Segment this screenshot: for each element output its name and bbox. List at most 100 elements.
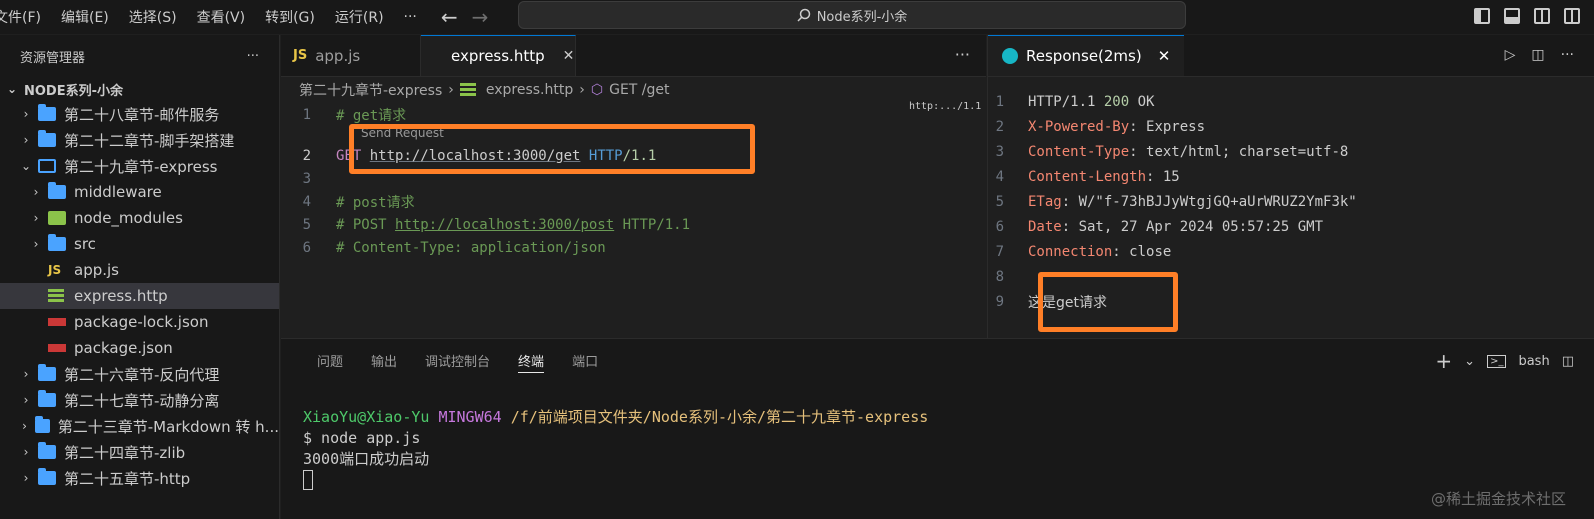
chevron-right-icon: › [23,133,29,147]
header-value: : close [1112,243,1172,260]
line-number: 8 [995,268,1004,285]
breadcrumb-symbol[interactable]: GET /get [609,82,669,98]
tree-item-folder[interactable]: › node_modules [0,205,279,231]
tree-item-folder[interactable]: › 第二十六章节-反向代理 [0,361,279,387]
split-terminal-icon[interactable]: ◫ [1562,354,1574,369]
tree-item-file-selected[interactable]: express.http [0,283,279,309]
tree-item-folder[interactable]: › src [0,231,279,257]
editor-tab-bar: JS app.js express.http ✕ ··· [281,35,986,77]
tab-terminal[interactable]: 终端 [504,339,558,381]
run-icon[interactable]: ▷ [1505,47,1516,63]
header-value: : text/html; charset=utf-8 [1129,143,1349,160]
tree-item-folder[interactable]: › 第二十七章节-动静分离 [0,387,279,413]
folder-icon [38,390,56,407]
tree-item-folder[interactable]: › 第二十三章节-Markdown 转 h... [0,413,279,439]
chevron-right-icon: › [33,211,39,225]
close-icon[interactable]: ✕ [563,48,575,64]
forward-arrow-icon[interactable]: → [472,5,489,29]
code-line: 4 # post请求 [281,190,986,213]
command-center-search[interactable]: Node系列-小余 [518,1,1186,29]
tree-item-label: 第二十七章节-动静分离 [64,391,220,410]
menu-file[interactable]: 文件(F) [0,7,51,27]
response-header-line: 6 Date : Sat, 27 Apr 2024 05:57:25 GMT [988,214,1594,239]
breadcrumb-folder[interactable]: 第二十九章节-express [299,80,442,100]
menu-edit[interactable]: 编辑(E) [51,7,119,27]
tab-debug-console[interactable]: 调试控制台 [411,339,504,381]
header-key: ETag [1028,193,1062,210]
tree-item-label: 第二十三章节-Markdown 转 h... [57,417,279,436]
tab-response[interactable]: Response(2ms) ✕ [988,35,1185,76]
terminal-host: MINGW64 [438,407,502,426]
menu-go[interactable]: 转到(G) [255,7,325,27]
tree-item-label: 第二十八章节-邮件服务 [64,105,220,124]
folder-icon [38,364,56,381]
tree-item-folder-open[interactable]: ⌄ 第二十九章节-express [0,153,279,179]
tab-problems[interactable]: 问题 [303,339,357,381]
header-value: : Sat, 27 Apr 2024 05:57:25 GMT [1061,218,1324,235]
response-header-line: 7 Connection : close [988,239,1594,264]
javascript-file-icon: JS [293,48,308,63]
response-tab-bar: Response(2ms) ✕ ▷ ◫ ··· [988,35,1594,77]
tree-item-folder[interactable]: › 第二十二章节-脚手架搭建 [0,127,279,153]
folder-icon [38,468,56,485]
tree-item-label: 第二十四章节-zlib [64,443,186,462]
workspace-root-label: NODE系列-小余 [24,83,123,99]
header-key: Content-Length [1028,168,1147,185]
chevron-down-icon: ⌄ [20,159,32,173]
back-arrow-icon[interactable]: ← [441,5,458,29]
terminal-cursor-line [281,469,1594,490]
tree-item-label: middleware [74,183,162,201]
tab-express-http[interactable]: express.http ✕ [421,35,576,76]
tree-item-file[interactable]: package.json [0,335,279,361]
tree-item-label: node_modules [74,209,183,227]
code-comment-url: http://localhost:3000/post [395,216,615,233]
node-modules-folder-icon [48,211,66,225]
tree-item-folder[interactable]: › 第二十五章节-http [0,465,279,491]
new-terminal-plus-icon[interactable]: + [1435,349,1452,373]
tree-item-folder[interactable]: › 第二十八章节-邮件服务 [0,101,279,127]
menu-selection[interactable]: 选择(S) [119,7,187,27]
header-value: : W/"f-73hBJJyWtgjGQ+aUrWRUZ2YmF3k" [1061,193,1357,210]
menu-run[interactable]: 运行(R) [325,7,394,27]
breadcrumb-file[interactable]: express.http [486,82,573,98]
more-actions-icon[interactable]: ··· [1561,47,1574,63]
chevron-right-icon: › [23,393,29,407]
terminal-shell-label[interactable]: bash [1518,354,1549,369]
tree-item-file[interactable]: package-lock.json [0,309,279,335]
tab-ports[interactable]: 端口 [558,339,612,381]
menu-view[interactable]: 查看(V) [187,7,256,27]
status-protocol: HTTP/1.1 [1028,93,1104,110]
tree-item-label: package-lock.json [74,313,209,331]
response-header-line: 4 Content-Length : 15 [988,164,1594,189]
header-value: : Express [1129,118,1206,135]
customize-layout-icon[interactable] [1564,8,1580,24]
highlight-annotation-box [349,124,755,174]
tree-item-folder[interactable]: › 第二十四章节-zlib [0,439,279,465]
editor-more-actions-button[interactable]: ··· [955,45,970,64]
tab-output[interactable]: 输出 [357,339,411,381]
menu-more[interactable]: ··· [394,9,427,25]
tab-label: Response(2ms) [1026,47,1142,65]
tree-item-file[interactable]: JS app.js [0,257,279,283]
line-number: 2 [995,118,1004,135]
tree-item-folder[interactable]: › middleware [0,179,279,205]
code-line: 1 # get请求 [281,103,986,126]
workspace-root[interactable]: ⌄ NODE系列-小余 [0,77,279,101]
toggle-panel-icon[interactable] [1504,8,1520,24]
split-editor-icon[interactable]: ◫ [1531,47,1544,63]
terminal[interactable]: XiaoYu@Xiao-Yu MINGW64 /f/前端项目文件夹/Node系列… [281,381,1594,490]
terminal-icon: >_ [1487,354,1507,368]
toggle-primary-sidebar-icon[interactable] [1474,8,1490,24]
tab-app-js[interactable]: JS app.js [281,35,421,76]
tree-item-label: app.js [74,261,119,279]
explorer-more-button[interactable]: ··· [247,49,259,64]
chevron-down-icon[interactable]: ⌄ [1464,354,1475,369]
folder-icon [48,182,66,199]
chevron-right-icon: › [448,82,454,98]
close-icon[interactable]: ✕ [1158,47,1171,65]
line-number: 9 [995,294,1004,310]
editor-group: JS app.js express.http ✕ ··· 第二十九章节-expr… [281,35,986,338]
response-panel: Response(2ms) ✕ ▷ ◫ ··· 1 HTTP/1.1 200 O… [987,35,1594,338]
toggle-secondary-sidebar-icon[interactable] [1534,8,1550,24]
globe-icon [1002,48,1018,64]
